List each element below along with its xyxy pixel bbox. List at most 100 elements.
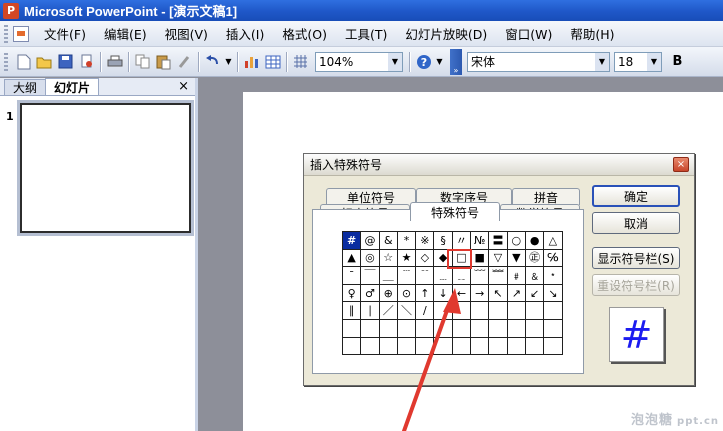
symbol-cell[interactable] — [360, 318, 380, 338]
symbol-cell[interactable]: ﹎ — [451, 266, 472, 285]
symbol-cell[interactable] — [415, 318, 435, 338]
font-size-select[interactable]: 18 ▼ — [614, 51, 662, 72]
copy-icon[interactable] — [133, 52, 152, 71]
symbol-cell[interactable]: * — [396, 231, 417, 250]
symbol-cell[interactable]: ↓ — [433, 283, 453, 303]
cancel-button[interactable]: 取消 — [592, 212, 680, 234]
symbol-cell[interactable]: ﹉ — [396, 266, 417, 285]
symbol-cell[interactable]: ∥ — [341, 301, 362, 320]
menu-file[interactable]: 文件(F) — [35, 24, 95, 44]
menu-view[interactable]: 视图(V) — [156, 24, 217, 44]
chevron-down-icon[interactable]: ▼ — [647, 52, 661, 71]
powerpoint-app-icon[interactable]: P — [3, 2, 19, 19]
symbol-cell[interactable] — [506, 336, 526, 356]
symbol-cell[interactable] — [451, 301, 472, 320]
symbol-cell[interactable]: ／ — [378, 301, 398, 320]
symbol-cell[interactable]: ⊕ — [378, 283, 398, 303]
symbol-cell[interactable]: ＼ — [396, 301, 417, 320]
symbol-cell[interactable]: ﹠ — [524, 266, 545, 285]
symbol-cell[interactable]: ▲ — [341, 248, 362, 268]
symbol-cell[interactable]: ￣ — [360, 266, 380, 285]
symbol-cell[interactable] — [341, 336, 362, 356]
symbol-cell[interactable]: ㊣ — [524, 248, 545, 268]
slide-thumbnail[interactable] — [17, 100, 194, 236]
symbol-cell[interactable]: ◇ — [415, 248, 435, 268]
symbol-cell[interactable]: ﹋ — [470, 266, 490, 285]
symbol-cell[interactable] — [451, 318, 472, 338]
symbol-cell[interactable]: ˉ — [341, 266, 362, 285]
symbol-cell[interactable]: ↑ — [415, 283, 435, 303]
chevron-down-icon[interactable]: ▼ — [388, 52, 402, 71]
new-document-icon[interactable] — [14, 52, 33, 71]
undo-icon[interactable] — [203, 52, 222, 71]
symbol-cell[interactable]: □ — [451, 248, 472, 268]
symbol-cell[interactable]: ▼ — [506, 248, 526, 268]
symbol-cell[interactable]: ◎ — [360, 248, 380, 268]
symbol-cell[interactable]: 〓 — [488, 231, 508, 250]
symbol-cell[interactable] — [433, 336, 453, 356]
symbol-cell[interactable]: ﹍ — [433, 266, 453, 285]
symbol-cell[interactable]: ＿ — [378, 266, 398, 285]
menu-window[interactable]: 窗口(W) — [496, 24, 561, 44]
symbol-cell[interactable]: ♂ — [360, 283, 380, 303]
permission-icon[interactable] — [77, 52, 96, 71]
symbol-cell[interactable] — [360, 336, 380, 356]
symbol-cell[interactable] — [378, 318, 398, 338]
tab-outline[interactable]: 大纲 — [4, 79, 47, 95]
font-select[interactable]: 宋体 ▼ — [467, 51, 610, 72]
symbol-cell[interactable]: ﹡ — [543, 266, 563, 285]
symbol-cell[interactable] — [506, 301, 526, 320]
zoom-select[interactable]: 104% ▼ — [315, 51, 403, 72]
symbol-cell[interactable]: ↖ — [488, 283, 508, 303]
symbol-cell[interactable]: ☆ — [378, 248, 398, 268]
symbol-cell[interactable]: ♀ — [341, 283, 362, 303]
symbol-cell[interactable] — [506, 318, 526, 338]
menu-help[interactable]: 帮助(H) — [561, 24, 623, 44]
symbol-cell[interactable]: ■ — [470, 248, 490, 268]
symbol-cell[interactable] — [543, 336, 563, 356]
symbol-cell[interactable]: ∣ — [360, 301, 380, 320]
tab-unit-symbols[interactable]: 单位符号 — [326, 188, 416, 205]
symbol-cell[interactable]: @ — [360, 231, 380, 250]
symbol-cell[interactable] — [470, 301, 490, 320]
dialog-close-button[interactable]: × — [673, 157, 689, 172]
symbol-cell[interactable] — [433, 318, 453, 338]
symbol-cell[interactable] — [470, 336, 490, 356]
tab-special-symbols[interactable]: 特殊符号 — [410, 202, 500, 221]
menu-format[interactable]: 格式(O) — [273, 24, 336, 44]
help-dropdown-icon[interactable]: ▼ — [435, 52, 444, 71]
document-icon[interactable] — [13, 25, 29, 42]
symbol-cell[interactable]: △ — [543, 231, 563, 250]
symbol-cell[interactable]: ↙ — [524, 283, 545, 303]
grid-icon[interactable] — [291, 52, 310, 71]
symbol-cell[interactable] — [524, 318, 545, 338]
bold-button[interactable]: B — [668, 52, 687, 71]
symbol-cell[interactable] — [396, 318, 417, 338]
symbol-cell[interactable] — [543, 318, 563, 338]
symbol-cell[interactable] — [341, 318, 362, 338]
close-icon[interactable]: × — [178, 79, 189, 94]
symbol-cell[interactable] — [396, 336, 417, 356]
symbol-cell[interactable] — [451, 336, 472, 356]
insert-table-icon[interactable] — [263, 52, 282, 71]
toolbar-overflow-icon[interactable]: » — [450, 48, 462, 75]
symbol-cell[interactable]: § — [433, 231, 453, 250]
symbol-cell[interactable] — [543, 301, 563, 320]
symbol-cell[interactable]: ﹊ — [415, 266, 435, 285]
symbol-cell[interactable]: ﹌ — [488, 266, 508, 285]
symbol-cell[interactable]: ◆ — [433, 248, 453, 268]
chevron-down-icon[interactable]: ▼ — [595, 52, 609, 71]
ok-button[interactable]: 确定 — [592, 185, 680, 207]
symbol-cell[interactable]: ▽ — [488, 248, 508, 268]
symbol-cell[interactable]: 〃 — [451, 231, 472, 250]
symbol-cell[interactable]: → — [470, 283, 490, 303]
symbol-cell[interactable] — [378, 336, 398, 356]
symbol-cell[interactable] — [488, 301, 508, 320]
insert-chart-icon[interactable] — [242, 52, 261, 71]
help-icon[interactable]: ? — [414, 52, 433, 71]
menu-slideshow[interactable]: 幻灯片放映(D) — [396, 24, 496, 44]
menu-edit[interactable]: 编辑(E) — [95, 24, 156, 44]
tab-pinyin[interactable]: 拼音 — [512, 188, 580, 205]
open-folder-icon[interactable] — [35, 52, 54, 71]
symbol-cell[interactable]: & — [378, 231, 398, 250]
